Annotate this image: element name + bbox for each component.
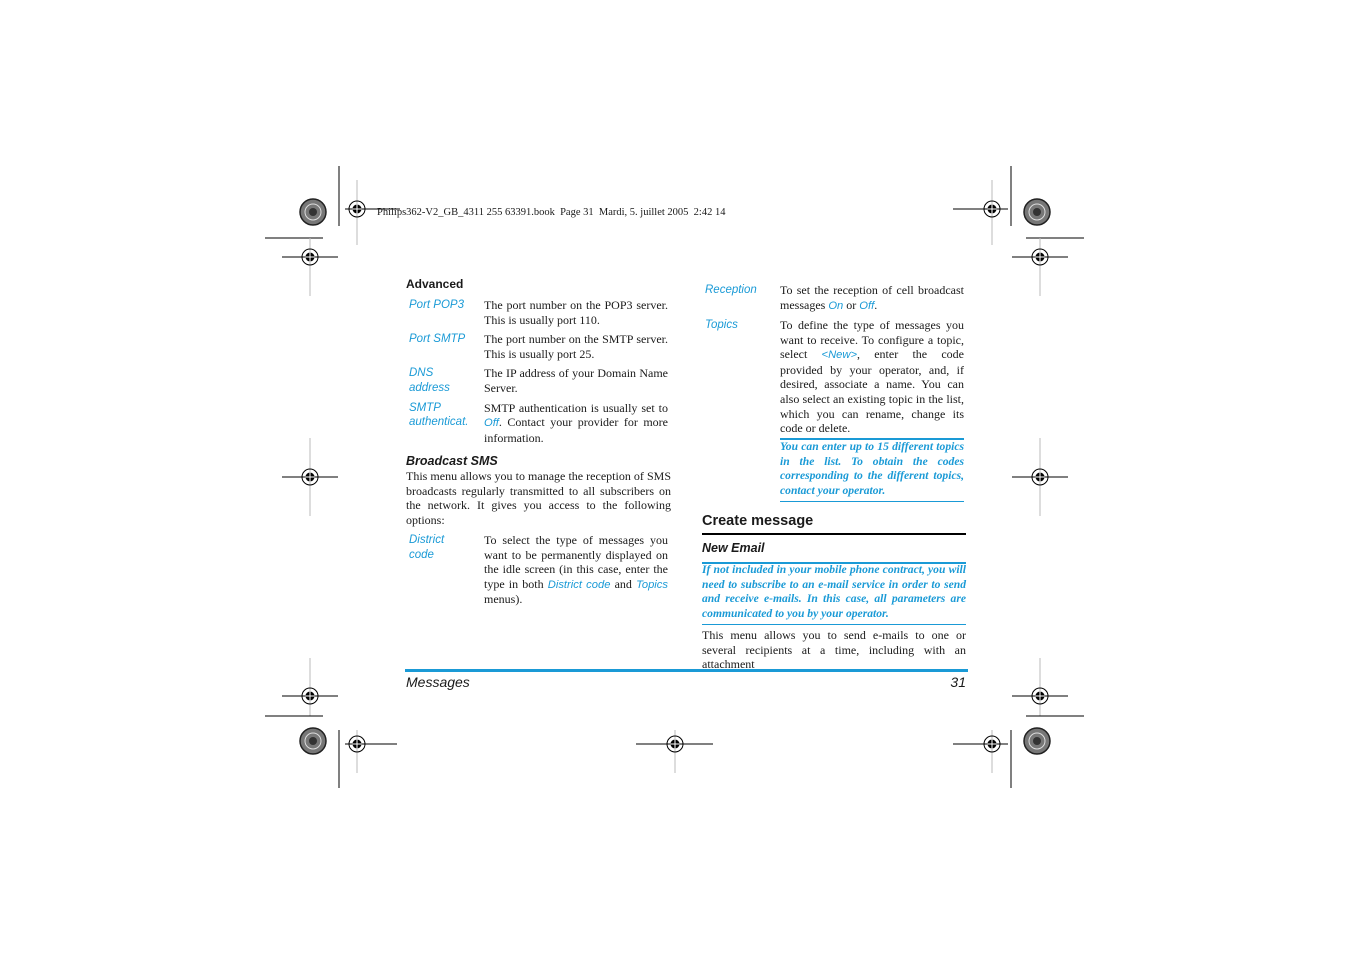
text: . Contact your provider for more informa… bbox=[484, 415, 668, 445]
topics-ref: Topics bbox=[636, 578, 668, 591]
term-line: authenticat. bbox=[409, 416, 469, 429]
list-item: Reception To set the reception of cell b… bbox=[705, 283, 964, 313]
list-item: Port SMTP The port number on the SMTP se… bbox=[409, 332, 668, 361]
off-value: Off bbox=[859, 299, 875, 312]
text: menus). bbox=[484, 592, 523, 607]
heading-rule bbox=[702, 533, 966, 535]
off-value: Off bbox=[484, 417, 499, 430]
term-line: DNS bbox=[409, 367, 434, 380]
text: SMTP authentication is usually set to bbox=[484, 400, 668, 415]
email-note: If not included in your mobile phone con… bbox=[702, 563, 966, 620]
advanced-heading: Advanced bbox=[406, 277, 464, 291]
term: District code bbox=[409, 533, 484, 607]
list-item: Port POP3 The port number on the POP3 se… bbox=[409, 298, 668, 327]
text: or bbox=[843, 297, 860, 312]
new-option: <New> bbox=[821, 349, 857, 362]
term: Port SMTP bbox=[409, 333, 466, 346]
page-number: 31 bbox=[950, 674, 966, 690]
term: SMTP authenticat. bbox=[409, 401, 484, 446]
list-item: SMTP authenticat. SMTP authentication is… bbox=[409, 401, 668, 446]
note-bottom-rule bbox=[702, 624, 966, 625]
term: Port POP3 bbox=[409, 299, 464, 311]
topics-note: You can enter up to 15 different topics … bbox=[780, 440, 964, 497]
new-email-heading: New Email bbox=[702, 541, 765, 555]
on-value: On bbox=[828, 299, 844, 312]
term-line: SMTP bbox=[409, 401, 441, 414]
list-item: District code To select the type of mess… bbox=[409, 533, 668, 607]
broadcast-intro: This menu allows you to manage the recep… bbox=[406, 469, 671, 527]
term: DNS address bbox=[409, 366, 484, 395]
description: To define the type of messages you want … bbox=[780, 318, 964, 436]
create-message-heading: Create message bbox=[702, 513, 814, 529]
description: The IP address of your Domain Name Serve… bbox=[484, 366, 668, 395]
registration-star-icon bbox=[299, 198, 327, 226]
description: The port number on the SMTP server. This… bbox=[484, 332, 668, 361]
text: . bbox=[874, 297, 878, 312]
email-body: This menu allows you to send e-mails to … bbox=[702, 628, 966, 672]
text: and bbox=[610, 576, 637, 591]
description: SMTP authentication is usually set to Of… bbox=[484, 401, 668, 446]
crop-marks bbox=[265, 166, 1084, 788]
footer-section: Messages bbox=[406, 674, 470, 690]
description: To select the type of messages you want … bbox=[484, 533, 668, 607]
term-line: District bbox=[409, 534, 445, 546]
list-item: Topics To define the type of messages yo… bbox=[705, 318, 964, 436]
note-bottom-rule bbox=[780, 501, 964, 502]
term: Topics bbox=[705, 319, 738, 331]
broadcast-heading: Broadcast SMS bbox=[406, 454, 498, 468]
term-line: address bbox=[409, 381, 450, 394]
term: Reception bbox=[705, 284, 757, 296]
print-header: Philips362-V2_GB_4311 255 63391.book Pag… bbox=[377, 207, 726, 218]
list-item: DNS address The IP address of your Domai… bbox=[409, 366, 668, 395]
term-line: code bbox=[409, 548, 434, 561]
district-code-ref: District code bbox=[547, 578, 611, 591]
description: The port number on the POP3 server. This… bbox=[484, 298, 668, 327]
description: To set the reception of cell broadcast m… bbox=[780, 283, 964, 313]
advanced-list: Port POP3 The port number on the POP3 se… bbox=[409, 298, 668, 445]
footer-rule bbox=[405, 669, 968, 672]
